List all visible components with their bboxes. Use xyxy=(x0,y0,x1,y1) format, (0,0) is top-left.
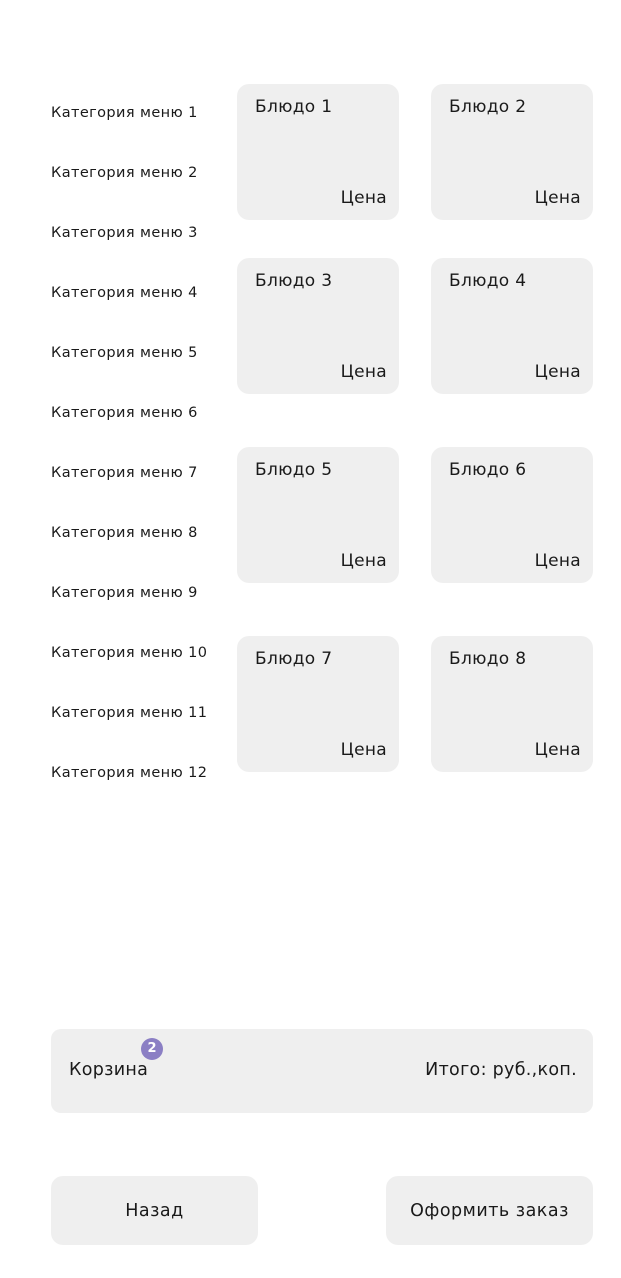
category-item-12[interactable]: Категория меню 12 xyxy=(51,764,207,782)
dish-price: Цена xyxy=(340,740,387,760)
dish-price: Цена xyxy=(534,740,581,760)
dish-card-1[interactable]: Блюдо 1 Цена xyxy=(237,84,399,220)
dish-card-4[interactable]: Блюдо 4 Цена xyxy=(431,258,593,394)
category-item-3[interactable]: Категория меню 3 xyxy=(51,224,198,242)
dish-price: Цена xyxy=(340,551,387,571)
dish-price: Цена xyxy=(534,362,581,382)
category-item-1[interactable]: Категория меню 1 xyxy=(51,104,198,122)
category-item-5[interactable]: Категория меню 5 xyxy=(51,344,198,362)
dish-name: Блюдо 2 xyxy=(449,97,527,117)
category-item-9[interactable]: Категория меню 9 xyxy=(51,584,198,602)
dish-card-7[interactable]: Блюдо 7 Цена xyxy=(237,636,399,772)
dish-card-8[interactable]: Блюдо 8 Цена xyxy=(431,636,593,772)
category-item-2[interactable]: Категория меню 2 xyxy=(51,164,198,182)
category-item-11[interactable]: Категория меню 11 xyxy=(51,704,207,722)
category-item-4[interactable]: Категория меню 4 xyxy=(51,284,198,302)
dish-name: Блюдо 1 xyxy=(255,97,333,117)
dish-price: Цена xyxy=(534,551,581,571)
back-button[interactable]: Назад xyxy=(51,1176,258,1245)
dish-price: Цена xyxy=(340,188,387,208)
dish-card-5[interactable]: Блюдо 5 Цена xyxy=(237,447,399,583)
category-item-6[interactable]: Категория меню 6 xyxy=(51,404,198,422)
dish-card-2[interactable]: Блюдо 2 Цена xyxy=(431,84,593,220)
cart-total: Итого: руб.,коп. xyxy=(425,1060,577,1080)
dish-card-6[interactable]: Блюдо 6 Цена xyxy=(431,447,593,583)
dish-name: Блюдо 3 xyxy=(255,271,333,291)
checkout-button[interactable]: Оформить заказ xyxy=(386,1176,593,1245)
dish-price: Цена xyxy=(340,362,387,382)
cart-count-badge: 2 xyxy=(141,1038,163,1060)
dish-name: Блюдо 6 xyxy=(449,460,527,480)
category-item-10[interactable]: Категория меню 10 xyxy=(51,644,207,662)
dish-name: Блюдо 7 xyxy=(255,649,333,669)
dish-name: Блюдо 8 xyxy=(449,649,527,669)
cart-bar[interactable]: Корзина 2 Итого: руб.,коп. xyxy=(51,1029,593,1113)
dish-name: Блюдо 5 xyxy=(255,460,333,480)
category-item-7[interactable]: Категория меню 7 xyxy=(51,464,198,482)
dish-card-3[interactable]: Блюдо 3 Цена xyxy=(237,258,399,394)
dish-price: Цена xyxy=(534,188,581,208)
category-item-8[interactable]: Категория меню 8 xyxy=(51,524,198,542)
dish-name: Блюдо 4 xyxy=(449,271,527,291)
cart-label: Корзина xyxy=(69,1060,149,1080)
